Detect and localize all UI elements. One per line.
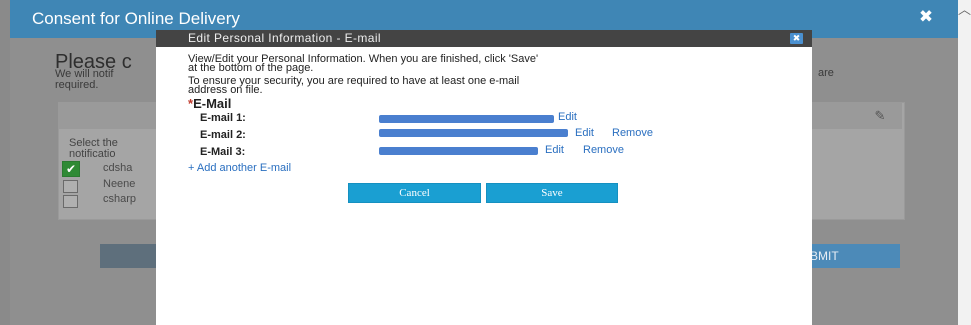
email-1-value-redacted bbox=[379, 115, 554, 123]
edit-email-dialog-title: Edit Personal Information - E-mail bbox=[188, 31, 382, 45]
email-2-edit-link[interactable]: Edit bbox=[575, 127, 594, 139]
security-note-continued: address on file. bbox=[188, 84, 263, 96]
option-label: cdsha bbox=[103, 162, 133, 174]
pencil-icon[interactable]: ✎ bbox=[870, 108, 890, 124]
email-2-value-redacted bbox=[379, 129, 568, 137]
consent-modal-title: Consent for Online Delivery bbox=[32, 9, 240, 28]
option-checkbox[interactable] bbox=[63, 180, 78, 193]
consent-subtext-right: are bbox=[818, 67, 834, 79]
close-icon[interactable]: ✖ bbox=[790, 33, 803, 44]
instructions-text-continued: at the bottom of the page. bbox=[188, 62, 314, 74]
email-3-edit-link[interactable]: Edit bbox=[545, 144, 564, 156]
email-2-label: E-mail 2: bbox=[200, 129, 246, 141]
add-email-link[interactable]: + Add another E-mail bbox=[188, 162, 291, 174]
email-2-remove-link[interactable]: Remove bbox=[612, 127, 653, 139]
option-checkbox-checked[interactable]: ✔ bbox=[62, 161, 80, 177]
email-3-label: E-Mail 3: bbox=[200, 146, 246, 158]
option-label: csharp bbox=[103, 193, 137, 205]
scroll-up-chevron-icon[interactable]: ︿ bbox=[958, 2, 971, 18]
background-left-strip bbox=[0, 0, 10, 325]
cancel-button[interactable]: Cancel bbox=[348, 183, 481, 203]
page-scrollbar[interactable] bbox=[958, 0, 971, 325]
option-label: Neene bbox=[103, 178, 136, 190]
email-3-value-redacted bbox=[379, 147, 538, 155]
consent-modal-close-icon[interactable]: ✖ bbox=[916, 6, 936, 28]
email-3-remove-link[interactable]: Remove bbox=[583, 144, 624, 156]
consent-secondary-button[interactable] bbox=[100, 244, 158, 268]
consent-subtext-continued: required. bbox=[55, 79, 99, 91]
email-section-label-text: E-Mail bbox=[193, 96, 232, 111]
email-1-label: E-mail 1: bbox=[200, 112, 246, 124]
option-checkbox[interactable] bbox=[63, 195, 78, 208]
consent-submit-button[interactable]: BMIT bbox=[804, 244, 900, 268]
email-1-edit-link[interactable]: Edit bbox=[558, 111, 577, 123]
save-button[interactable]: Save bbox=[486, 183, 618, 203]
email-section-label: *E-Mail bbox=[188, 97, 231, 111]
notification-instructions-continued: notificatio bbox=[69, 148, 116, 160]
